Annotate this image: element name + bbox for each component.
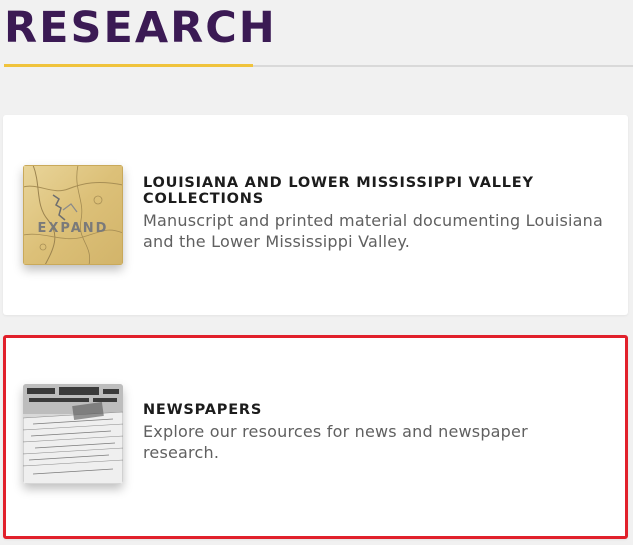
card-description: Explore our resources for news and newsp…: [143, 422, 528, 462]
newspaper-stack-thumbnail[interactable]: [23, 384, 123, 484]
research-card-newspapers[interactable]: NEWSPAPERS Explore our resources for new…: [3, 335, 628, 539]
antique-map-thumbnail[interactable]: EXPAND: [23, 165, 123, 265]
expand-label[interactable]: EXPAND: [23, 221, 123, 236]
newspaper-icon: [23, 384, 123, 484]
card-heading[interactable]: NEWSPAPERS: [143, 402, 607, 418]
card-description: Manuscript and printed material document…: [143, 211, 603, 251]
title-accent-rule: [4, 64, 253, 67]
map-icon: [23, 165, 123, 265]
research-card-louisiana-collections[interactable]: EXPAND LOUISIANA AND LOWER MISSISSIPPI V…: [3, 115, 628, 315]
card-heading[interactable]: LOUISIANA AND LOWER MISSISSIPPI VALLEY C…: [143, 175, 610, 207]
page-title: RESEARCH: [4, 3, 277, 53]
